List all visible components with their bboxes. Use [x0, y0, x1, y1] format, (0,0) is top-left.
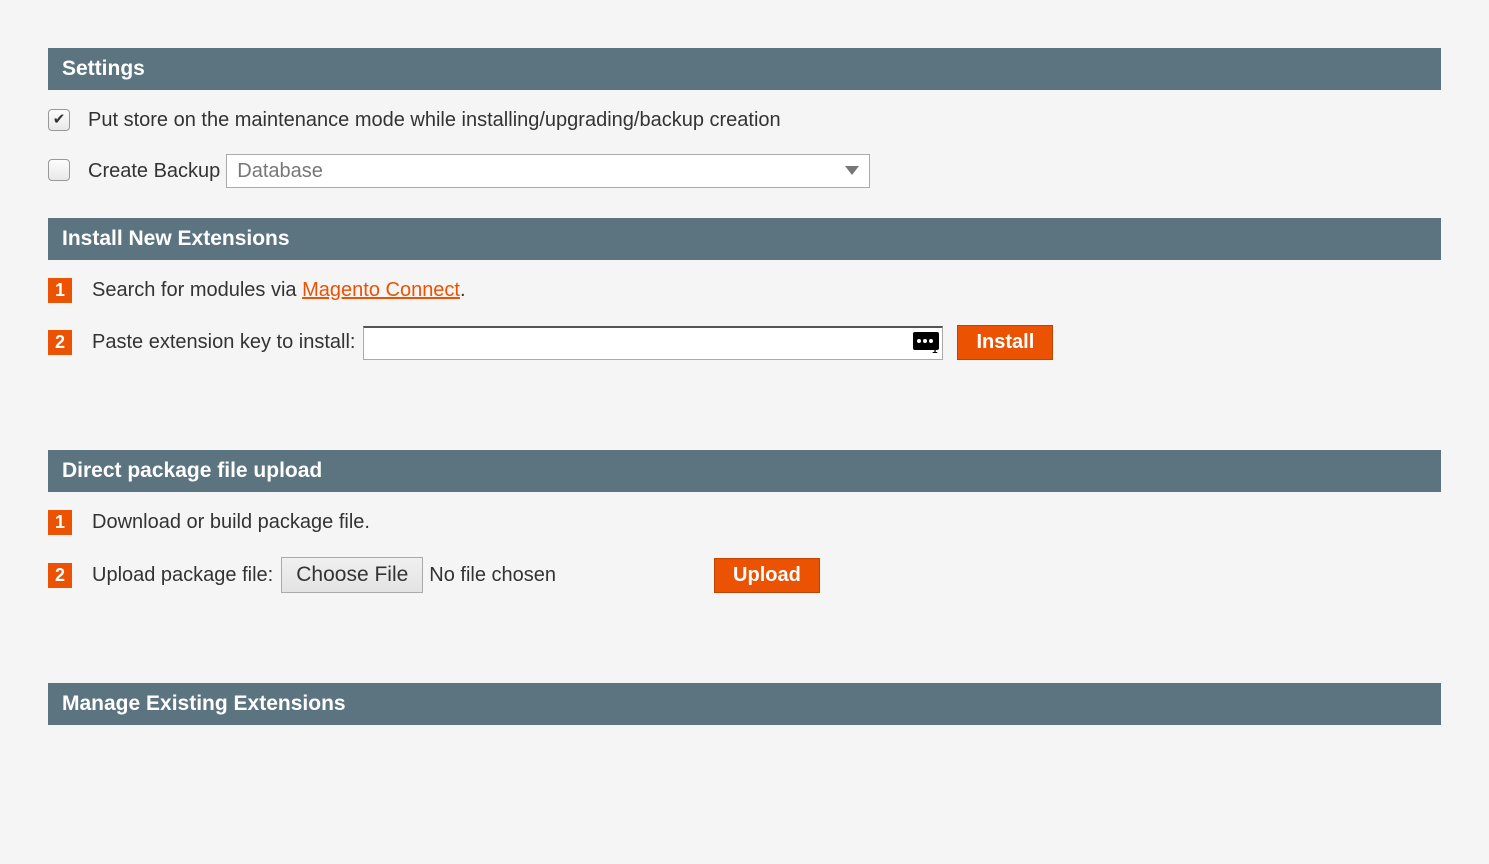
- checkbox-checked-icon: [48, 109, 70, 131]
- password-manager-icon[interactable]: 1: [913, 332, 939, 354]
- install-step1-row: 1 Search for modules via Magento Connect…: [48, 278, 1441, 303]
- settings-body: Put store on the maintenance mode while …: [48, 90, 1441, 218]
- magento-connect-link[interactable]: Magento Connect: [302, 279, 460, 301]
- install-body: 1 Search for modules via Magento Connect…: [48, 260, 1441, 390]
- step-badge-1: 1: [48, 278, 72, 303]
- file-chosen-status: No file chosen: [429, 564, 556, 587]
- upload-step2-label: Upload package file:: [92, 564, 273, 587]
- settings-header: Settings: [48, 48, 1441, 90]
- step-badge-1b: 1: [48, 510, 72, 535]
- install-button[interactable]: Install: [957, 325, 1053, 360]
- manage-header: Manage Existing Extensions: [48, 683, 1441, 725]
- install-step2-row: 2 Paste extension key to install: 1 Inst…: [48, 325, 1441, 360]
- step-badge-2b: 2: [48, 563, 72, 588]
- backup-label: Create Backup: [88, 160, 220, 183]
- install-step1-text: Search for modules via Magento Connect.: [92, 279, 466, 302]
- upload-step1-label: Download or build package file.: [92, 511, 370, 534]
- upload-step2-row: 2 Upload package file: Choose File No fi…: [48, 557, 1441, 593]
- upload-button[interactable]: Upload: [714, 558, 820, 593]
- install-header: Install New Extensions: [48, 218, 1441, 260]
- choose-file-button[interactable]: Choose File: [281, 557, 423, 593]
- svg-text:1: 1: [932, 345, 938, 354]
- checkbox-unchecked-icon: [48, 159, 70, 181]
- install-step1-suffix: .: [460, 279, 466, 301]
- upload-header: Direct package file upload: [48, 450, 1441, 492]
- maintenance-label: Put store on the maintenance mode while …: [88, 109, 781, 132]
- backup-checkbox[interactable]: [48, 159, 72, 183]
- extension-key-input[interactable]: [363, 326, 943, 360]
- step-badge-2: 2: [48, 330, 72, 355]
- upload-body: 1 Download or build package file. 2 Uplo…: [48, 492, 1441, 623]
- backup-row: Create Backup Database: [48, 154, 1441, 188]
- install-step1-prefix: Search for modules via: [92, 279, 302, 301]
- maintenance-row: Put store on the maintenance mode while …: [48, 108, 1441, 132]
- upload-step1-row: 1 Download or build package file.: [48, 510, 1441, 535]
- install-step2-label: Paste extension key to install:: [92, 331, 355, 354]
- backup-type-select[interactable]: Database: [226, 154, 870, 188]
- maintenance-checkbox[interactable]: [48, 108, 72, 132]
